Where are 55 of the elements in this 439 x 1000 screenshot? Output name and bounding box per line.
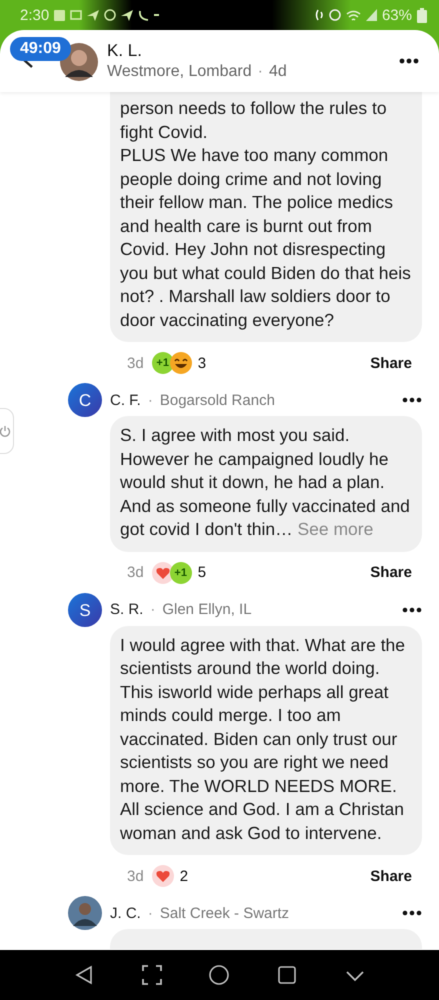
chat-icon [70, 10, 82, 20]
commenter-location: Bogarsold Ranch [160, 392, 275, 408]
signal-icon [366, 9, 377, 21]
comment-age: 3d [127, 868, 144, 884]
commenter-name[interactable]: J. C. [110, 904, 141, 922]
comment-age: 3d [127, 564, 144, 581]
reaction-count: 5 [198, 564, 206, 581]
comment-text: S. I agree with most you said. However he campaigned loudly he would shut it down, he had a plan. And as someone fully vaccinated and got covid I don't thin… See more [120, 424, 411, 541]
power-icon [0, 425, 11, 437]
commenter-location: Glen Ellyn, IL [162, 601, 252, 618]
commenter-name[interactable]: C. F. [110, 392, 141, 408]
post-age: 4d [268, 63, 287, 81]
author-name[interactable]: K. L. [107, 41, 287, 61]
comment-text: person needs to follow the rules to fight Covid. PLUS We have too many common people doing crime and not loving their fellow man. The police medics and health care is burnt out from Covid. Hey John not disrespecting you but what could Biden do that heis not? . Marshall law soldiers door to door vaccinating everyone? [120, 97, 412, 332]
commenter-name[interactable]: S. R. [110, 601, 144, 618]
timer-badge: 49:09 [10, 37, 71, 61]
avatar [60, 43, 98, 81]
phone-icon [138, 10, 150, 20]
laughing-face-icon [170, 352, 192, 374]
vibrate-icon [314, 9, 324, 21]
reaction-count: 3 [198, 354, 206, 372]
separator-dot: · [150, 601, 156, 618]
screenshot-icon[interactable] [140, 964, 163, 986]
plus-one-reaction: +1 [152, 352, 174, 374]
battery-icon [417, 8, 427, 22]
separator-dot: · [148, 904, 153, 922]
status-time: 2:30 [20, 6, 50, 24]
avatar-initial: S [79, 600, 91, 620]
battery-percentage: 63% [382, 6, 412, 24]
separator-dot: · [258, 63, 263, 81]
share-button[interactable]: Share [370, 564, 422, 581]
commenter-location: Salt Creek - Swartz [160, 904, 290, 922]
separator-dot: · [148, 392, 153, 408]
recents-icon[interactable] [276, 964, 298, 986]
back-icon[interactable] [22, 60, 34, 68]
more-icon[interactable] [402, 910, 422, 916]
share-button[interactable]: Share [370, 868, 422, 884]
more-icon[interactable] [399, 58, 419, 64]
comment-age: 3d [127, 354, 144, 372]
avatar-initial: C [78, 391, 92, 410]
avatar [68, 896, 102, 930]
reaction-count: 2 [180, 868, 188, 884]
heart-reaction-icon [152, 865, 174, 887]
dash-icon [154, 14, 160, 16]
more-icon[interactable] [402, 606, 422, 612]
share-button[interactable]: Share [370, 354, 422, 372]
heart-reaction-icon [152, 562, 174, 584]
send-icon [121, 10, 134, 20]
plus-one-reaction: +1 [170, 562, 192, 584]
comment-text: I would agree with that. What are the scientists around the world doing. This isworld wide perhaps all great minds could merge. I too am vaccinated. Biden can only trust our scientists so you are right we need more. The WORLD NEEDS MORE. All science and God. I am a Christan woman and ask God to intervene. [120, 634, 406, 844]
more-icon[interactable] [402, 397, 422, 403]
home-icon[interactable] [208, 964, 230, 986]
author-location: Westmore, Lombard [107, 63, 252, 81]
send-icon [87, 10, 100, 20]
wifi-icon [346, 10, 361, 20]
